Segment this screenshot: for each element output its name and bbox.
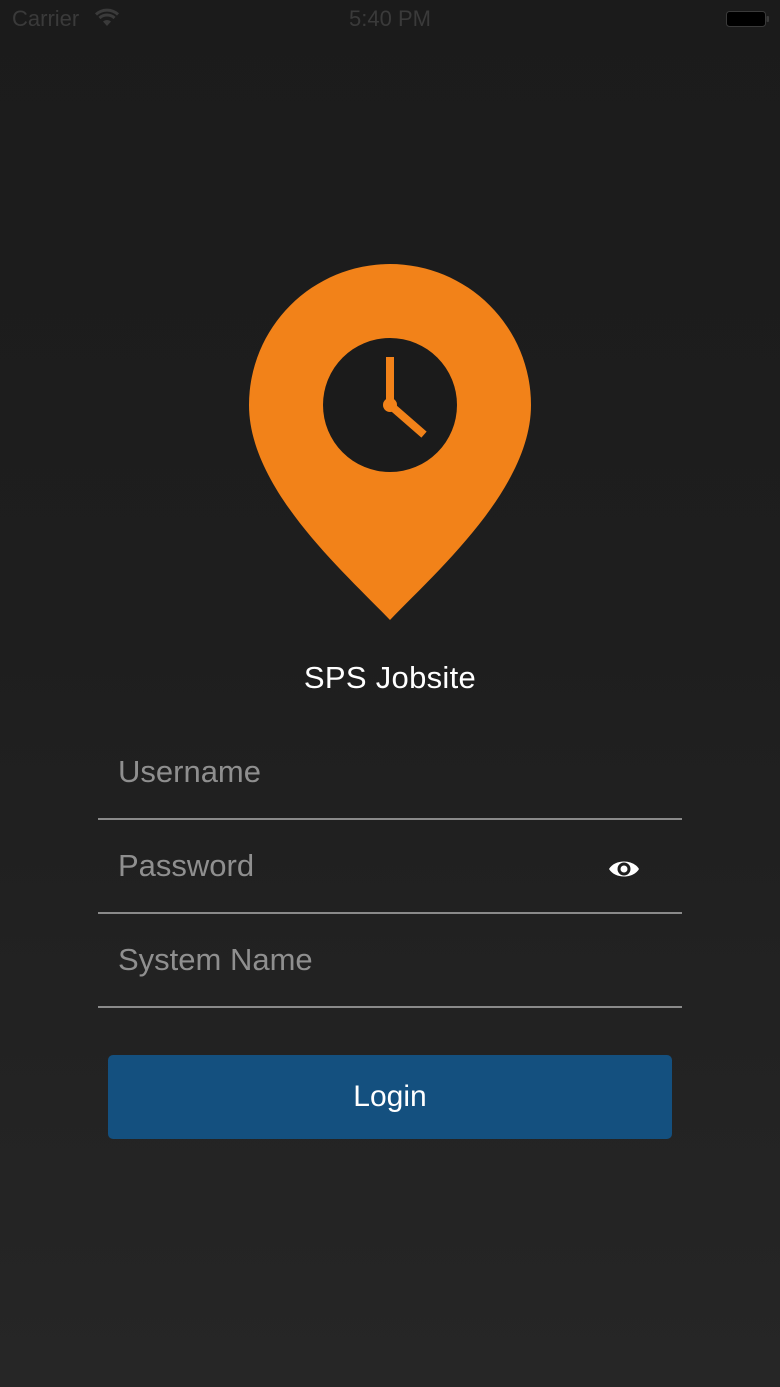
- username-field[interactable]: [98, 726, 682, 820]
- password-field[interactable]: [98, 820, 682, 914]
- location-pin-clock-icon: [249, 264, 531, 620]
- username-input[interactable]: [118, 726, 598, 818]
- status-time: 5:40 PM: [349, 6, 431, 31]
- status-bar: Carrier 5:40 PM: [0, 0, 780, 40]
- login-button[interactable]: Login: [108, 1055, 672, 1139]
- system-name-input[interactable]: [118, 914, 598, 1006]
- eye-icon[interactable]: [608, 858, 640, 880]
- battery-icon: [726, 11, 769, 27]
- password-input[interactable]: [118, 820, 598, 912]
- system-name-field[interactable]: [98, 914, 682, 1008]
- app-title: SPS Jobsite: [303, 660, 477, 695]
